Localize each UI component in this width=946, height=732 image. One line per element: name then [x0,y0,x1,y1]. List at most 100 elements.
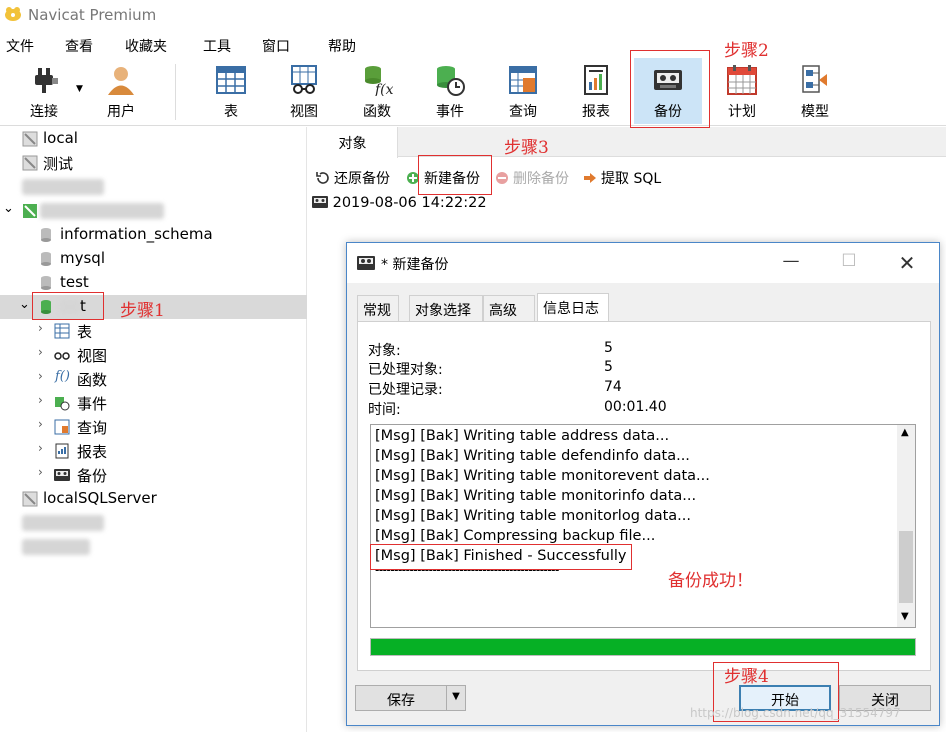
log-line: [Msg] [Bak] Writing table monitorinfo da… [375,488,697,504]
view-button[interactable]: 视图 [270,58,338,124]
log-scrollbar[interactable]: ▲ ▼ [897,425,915,627]
main-toolbar: 连接 ▼ 用户 表 视图 f(x) 函数 事件 查询 报表 备份 计划 模型 [0,58,946,126]
chevron-right-icon[interactable]: › [38,393,43,407]
close-icon[interactable]: ✕ [895,251,919,275]
tab-general[interactable]: 常规 [357,295,399,321]
connect-button[interactable]: 连接 [10,58,78,124]
tree-item-information-schema[interactable]: information_schema [0,223,307,247]
time-value: 00:01.40 [604,399,667,415]
processed-records-label: 已处理记录: [368,382,443,398]
finished-highlight-box [370,544,632,570]
function-button[interactable]: f(x) 函数 [343,58,411,124]
restore-icon [316,172,329,184]
scroll-down-icon[interactable]: ▼ [901,611,909,622]
save-dropdown-icon[interactable]: ▼ [446,685,466,711]
backup-list-item[interactable]: 2019-08-06 14:22:22 [312,195,487,211]
step4-annotation: 步骤4 [724,667,769,687]
tree-label: 查询 [77,419,108,437]
backup-tape-icon [54,469,70,481]
connection-tree: local 测试 ⌄ information_schema mysql test… [0,127,307,732]
user-icon [108,67,134,95]
tree-item-views[interactable]: › 视图 [0,343,307,367]
minimize-icon[interactable]: — [779,251,803,275]
progress-fill [371,639,915,655]
chevron-right-icon[interactable]: › [38,369,43,383]
restore-backup-button[interactable]: 还原备份 [316,168,390,188]
menu-help[interactable]: 帮助 [328,36,356,56]
menu-file[interactable]: 文件 [6,36,34,56]
plug-icon [35,68,58,93]
connect-dropdown-icon[interactable]: ▼ [76,84,83,94]
schedule-label: 计划 [728,104,756,120]
tree-label: 备份 [77,467,108,485]
tree-item-mysql[interactable]: mysql [0,247,307,271]
restore-label: 还原备份 [334,171,390,187]
tree-label: 表 [77,323,93,341]
chevron-right-icon[interactable]: › [38,465,43,479]
tree-item-functions[interactable]: › f() 函数 [0,367,307,391]
user-button[interactable]: 用户 [87,58,155,124]
connection-icon [22,131,38,147]
report-button[interactable]: 报表 [562,58,630,124]
calendar-icon [727,65,757,95]
schedule-button[interactable]: 计划 [708,58,776,124]
query-button[interactable]: 查询 [489,58,557,124]
tree-item-queries[interactable]: › 查询 [0,415,307,439]
processed-objects-value: 5 [604,359,613,375]
tree-item-test-conn[interactable]: 测试 [0,151,307,175]
save-button[interactable]: 保存 [355,685,447,711]
connect-label: 连接 [30,104,58,120]
delete-backup-button[interactable]: 删除备份 [495,168,569,188]
tree-item-hidden-3[interactable] [0,535,307,559]
tab-object-selection[interactable]: 对象选择 [409,295,483,321]
menu-window[interactable]: 窗口 [262,36,290,56]
tab-message-log[interactable]: 信息日志 [537,293,609,322]
tree-item-reports[interactable]: › 报表 [0,439,307,463]
query-label: 查询 [509,104,537,120]
tab-advanced[interactable]: 高级 [483,295,535,321]
menu-favorites[interactable]: 收藏夹 [125,36,167,56]
chevron-down-icon[interactable]: ⌄ [19,297,30,312]
menu-view[interactable]: 查看 [65,36,93,56]
object-toolbar: 还原备份 新建备份 删除备份 提取 SQL [308,159,946,193]
redacted-block [22,539,90,555]
maximize-icon[interactable]: ☐ [837,251,861,275]
backup-tape-icon [357,256,375,270]
tree-item-open-connection[interactable]: ⌄ [0,199,307,223]
report-icon [584,65,608,95]
tree-item-local-sqlserver[interactable]: localSQLServer [0,487,307,511]
log-line: [Msg] [Bak] Compressing backup file... [375,528,656,544]
model-button[interactable]: 模型 [781,58,849,124]
chevron-right-icon[interactable]: › [38,321,43,335]
new-backup-dialog: * 新建备份 — ☐ ✕ 常规 对象选择 高级 信息日志 对象: 5 已处理对象… [346,242,940,726]
processed-objects-label: 已处理对象: [368,362,443,378]
chevron-right-icon[interactable]: › [38,441,43,455]
tree-item-tables[interactable]: › 表 [0,319,307,343]
table-icon [54,323,70,339]
extract-arrow-icon [584,173,596,183]
tree-item-hidden-2[interactable] [0,511,307,535]
log-output[interactable]: [Msg] [Bak] Writing table address data..… [370,424,916,628]
step3-annotation: 步骤3 [504,138,549,158]
tree-label: mysql [60,249,105,267]
tab-objects[interactable]: 对象 [308,127,398,158]
tree-label: 测试 [43,155,74,173]
event-button[interactable]: 事件 [416,58,484,124]
tree-item-events[interactable]: › 事件 [0,391,307,415]
query-icon [509,66,537,94]
chevron-down-icon[interactable]: ⌄ [3,201,14,216]
menu-tools[interactable]: 工具 [203,36,231,56]
log-line: [Msg] [Bak] Writing table monitorlog dat… [375,508,692,524]
tree-item-backups[interactable]: › 备份 [0,463,307,487]
chevron-right-icon[interactable]: › [38,417,43,431]
extract-sql-button[interactable]: 提取 SQL [583,168,661,188]
tree-label: 视图 [77,347,108,365]
table-button[interactable]: 表 [197,58,265,124]
time-label: 时间: [368,402,401,418]
object-tab-bar: 对象 [308,127,946,158]
chevron-right-icon[interactable]: › [38,345,43,359]
tree-item-local[interactable]: local [0,127,307,151]
tree-item-hidden-1[interactable] [0,175,307,199]
scroll-up-icon[interactable]: ▲ [901,427,909,438]
scroll-thumb[interactable] [899,531,913,603]
